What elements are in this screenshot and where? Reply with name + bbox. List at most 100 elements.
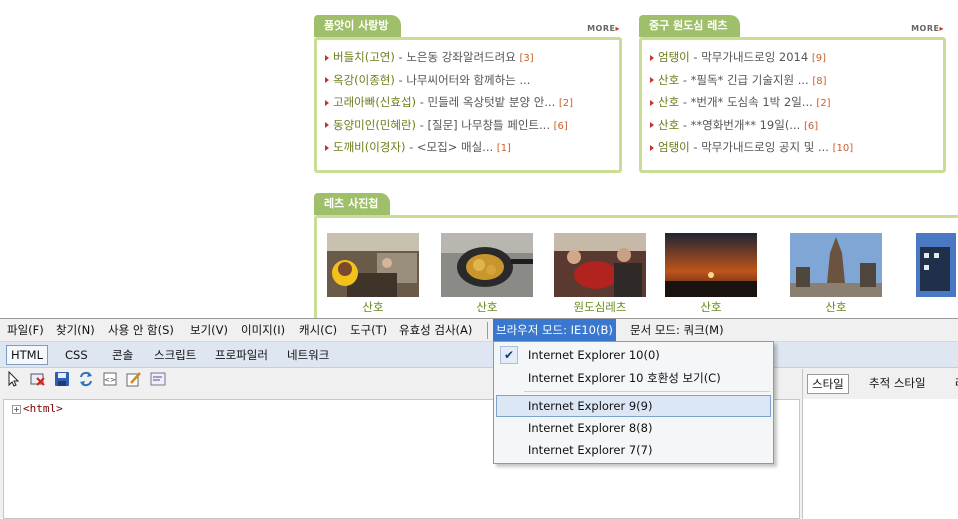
photo-thumbnail[interactable] bbox=[327, 233, 419, 297]
web-page: 품앗이 사랑방 MORE▸ 버들치(고연) - 노은동 강좌알려드려요 [3] … bbox=[0, 0, 958, 318]
photo-item[interactable]: 원도심레츠 bbox=[554, 233, 646, 315]
board-post[interactable]: 산호 - **영화번개** 19일(... [6] bbox=[650, 114, 943, 137]
edit-icon[interactable] bbox=[126, 371, 142, 387]
expand-icon[interactable]: + bbox=[12, 404, 21, 414]
photo-thumbnail[interactable] bbox=[441, 233, 533, 297]
comment-count: [3] bbox=[519, 53, 534, 64]
post-author: 버들치(고연) bbox=[333, 50, 395, 64]
tab-css[interactable]: CSS bbox=[61, 345, 92, 365]
comment-count: [2] bbox=[816, 98, 831, 109]
bullet-icon bbox=[325, 99, 329, 106]
photo-caption[interactable]: 산호 bbox=[790, 299, 882, 315]
post-author: 도깨비(이경자) bbox=[333, 140, 406, 154]
menu-disable[interactable]: 사용 안 함(S) bbox=[105, 319, 177, 342]
menu-view[interactable]: 보기(V) bbox=[187, 319, 231, 342]
post-author: 옥강(이종현) bbox=[333, 72, 395, 87]
option-label: Internet Explorer 10(0) bbox=[528, 348, 660, 362]
menu-file[interactable]: 파일(F) bbox=[4, 319, 47, 342]
tab-layout[interactable]: 레 bbox=[951, 374, 958, 394]
tab-style[interactable]: 스타일 bbox=[807, 374, 849, 394]
photo-item[interactable] bbox=[916, 233, 956, 297]
photo-thumbnail[interactable] bbox=[554, 233, 646, 297]
tree-node-label[interactable]: <html> bbox=[23, 402, 63, 415]
checkmark-icon: ✔ bbox=[500, 346, 518, 364]
photo-caption[interactable]: 원도심레츠 bbox=[554, 299, 646, 315]
menu-document-mode[interactable]: 문서 모드: 쿼크(M) bbox=[627, 319, 727, 342]
svg-text:<>: <> bbox=[104, 376, 116, 384]
tab-html[interactable]: HTML bbox=[6, 345, 49, 365]
more-arrow-icon: ▸ bbox=[615, 24, 620, 33]
board-post[interactable]: 동양미인(민혜란) - [질문] 나무창틀 페인트... [6] bbox=[325, 114, 619, 137]
menu-cache[interactable]: 캐시(C) bbox=[296, 319, 340, 342]
post-title: - 막무가내드로잉 2014 bbox=[689, 50, 812, 64]
comment-count: [10] bbox=[832, 143, 854, 154]
board-community-title: 품앗이 사랑방 bbox=[314, 15, 401, 37]
board-post[interactable]: 산호 - *번개* 도심속 1박 2일... [2] bbox=[650, 91, 943, 114]
photo-thumbnail[interactable] bbox=[790, 233, 882, 297]
menu-images[interactable]: 이미지(I) bbox=[238, 319, 288, 342]
more-arrow-icon: ▸ bbox=[939, 24, 944, 33]
option-ie7[interactable]: Internet Explorer 7(7) bbox=[496, 439, 771, 461]
post-author: 산호 bbox=[658, 72, 680, 87]
option-ie10[interactable]: ✔ Internet Explorer 10(0) bbox=[496, 344, 771, 366]
board-post[interactable]: 산호 - *필독* 긴급 기술지원 ... [8] bbox=[650, 69, 943, 92]
menu-separator bbox=[487, 322, 488, 339]
post-title: - 민들레 옥상텃밭 분양 안... bbox=[416, 95, 559, 109]
tree-node-html[interactable]: + <html> bbox=[12, 402, 63, 415]
bullet-icon bbox=[325, 54, 329, 61]
bullet-icon bbox=[325, 77, 329, 83]
save-icon[interactable] bbox=[54, 371, 70, 387]
post-author: 엄탱이 bbox=[658, 140, 690, 154]
post-author: 고래아빠(신효섭) bbox=[333, 95, 417, 109]
post-title: - 노은동 강좌알려드려요 bbox=[394, 50, 520, 64]
developer-tools: 파일(F) 찾기(N) 사용 안 함(S) 보기(V) 이미지(I) 캐시(C)… bbox=[0, 318, 958, 519]
menu-tools[interactable]: 도구(T) bbox=[347, 319, 390, 342]
board-post[interactable]: 엄탱이 - 막무가내드로잉 공지 및 ... [10] bbox=[650, 136, 943, 159]
photo-caption[interactable]: 산호 bbox=[441, 299, 533, 315]
photo-thumbnail[interactable] bbox=[916, 233, 956, 297]
menu-browser-mode[interactable]: 브라우저 모드: IE10(B) bbox=[493, 319, 616, 342]
photo-thumbnail[interactable] bbox=[665, 233, 757, 297]
photo-caption[interactable]: 산호 bbox=[665, 299, 757, 315]
board-post[interactable]: 옥강(이종현) - 나무씨어터와 함께하는 ... bbox=[325, 69, 619, 92]
board-lets-more-link[interactable]: MORE▸ bbox=[911, 24, 944, 33]
word-wrap-icon[interactable] bbox=[150, 371, 166, 387]
dom-icon[interactable]: <> bbox=[102, 371, 118, 387]
board-post[interactable]: 도깨비(이경자) - <모집> 매실... [1] bbox=[325, 136, 619, 159]
tab-script[interactable]: 스크립트 bbox=[150, 345, 200, 365]
dropdown-separator bbox=[524, 391, 770, 392]
tab-profiler[interactable]: 프로파일러 bbox=[211, 345, 272, 365]
refresh-icon[interactable] bbox=[78, 371, 94, 387]
clear-icon[interactable] bbox=[30, 371, 46, 387]
photo-item[interactable]: 산호 bbox=[665, 233, 757, 315]
board-community-more-link[interactable]: MORE▸ bbox=[587, 24, 620, 33]
menu-find[interactable]: 찾기(N) bbox=[53, 319, 98, 342]
menu-validate[interactable]: 유효성 검사(A) bbox=[396, 319, 475, 342]
post-title: - <모집> 매실... bbox=[405, 140, 497, 154]
board-post[interactable]: 고래아빠(신효섭) - 민들레 옥상텃밭 분양 안... [2] bbox=[325, 91, 619, 114]
photo-item[interactable]: 산호 bbox=[327, 233, 419, 315]
tab-network[interactable]: 네트워크 bbox=[283, 345, 333, 365]
tab-trace-style[interactable]: 추적 스타일 bbox=[865, 374, 930, 394]
board-lets-box: 엄탱이 - 막무가내드로잉 2014 [9] 산호 - *필독* 긴급 기술지원… bbox=[639, 37, 946, 173]
photo-item[interactable]: 산호 bbox=[441, 233, 533, 315]
option-ie8[interactable]: Internet Explorer 8(8) bbox=[496, 417, 771, 439]
post-author: 동양미인(민혜란) bbox=[333, 117, 417, 132]
bullet-icon bbox=[650, 54, 654, 61]
devtools-menubar: 파일(F) 찾기(N) 사용 안 함(S) 보기(V) 이미지(I) 캐시(C)… bbox=[0, 319, 958, 342]
photo-item[interactable]: 산호 bbox=[790, 233, 882, 315]
select-element-icon[interactable] bbox=[6, 370, 22, 387]
comment-count: [6] bbox=[803, 120, 819, 132]
option-ie9[interactable]: Internet Explorer 9(9) bbox=[496, 395, 771, 417]
board-post[interactable]: 엄탱이 - 막무가내드로잉 2014 [9] bbox=[650, 46, 943, 69]
bullet-icon bbox=[650, 99, 654, 106]
board-post[interactable]: 버들치(고연) - 노은동 강좌알려드려요 [3] bbox=[325, 46, 619, 69]
bullet-icon bbox=[650, 122, 654, 128]
comment-count: [9] bbox=[811, 53, 827, 64]
post-title: - *필독* 긴급 기술지원 ... bbox=[679, 72, 813, 87]
post-author: 산호 bbox=[658, 117, 680, 132]
more-label: MORE bbox=[587, 24, 616, 33]
option-ie10-compat[interactable]: Internet Explorer 10 호환성 보기(C) bbox=[496, 367, 771, 389]
photo-caption[interactable]: 산호 bbox=[327, 299, 419, 315]
tab-console[interactable]: 콘솔 bbox=[108, 345, 137, 365]
